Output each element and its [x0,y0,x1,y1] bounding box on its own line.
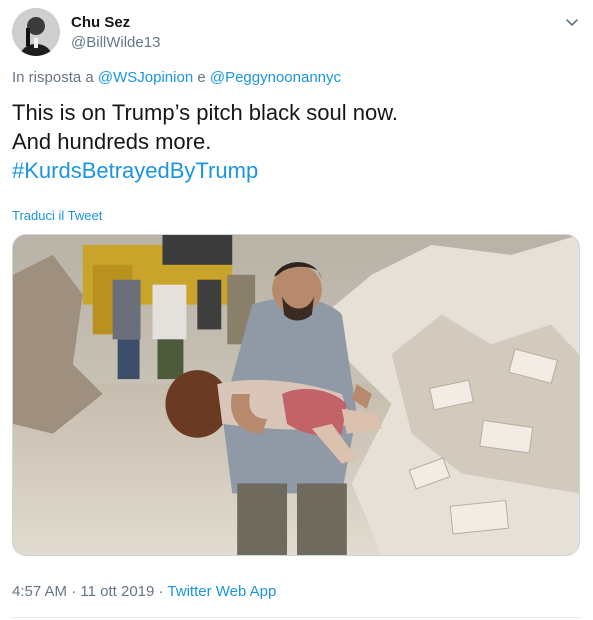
reply-context: In risposta a @WSJopinion e @Peggynoonan… [12,69,341,86]
meta-separator: · [158,583,164,600]
avatar-image [12,8,60,56]
meta-separator: · [71,583,77,600]
user-handle[interactable]: @BillWilde13 [71,34,160,51]
tweet-line: And hundreds more. [12,129,212,154]
hashtag-link[interactable]: #KurdsBetrayedByTrump [12,156,398,185]
reply-conjunction: e [197,69,206,86]
divider [12,617,580,618]
translate-tweet-link[interactable]: Traduci il Tweet [12,208,102,223]
chevron-down-icon[interactable] [562,12,582,32]
display-name[interactable]: Chu Sez [71,14,130,31]
tweet-text: This is on Trump’s pitch black soul now.… [12,98,398,185]
reply-prefix: In risposta a [12,69,94,86]
mention-link[interactable]: @WSJopinion [98,69,193,86]
tweet-time[interactable]: 4:57 AM [12,583,67,600]
tweet-date[interactable]: 11 ott 2019 [80,583,154,600]
tweet-card: Chu Sez @BillWilde13 In risposta a @WSJo… [0,0,593,620]
avatar[interactable] [12,8,60,56]
tweet-meta: 4:57 AM · 11 ott 2019 · Twitter Web App [12,583,276,600]
source-app-link[interactable]: Twitter Web App [167,583,276,600]
tweet-line: This is on Trump’s pitch black soul now. [12,100,398,125]
tweet-photo[interactable] [12,234,580,556]
photo-image [13,235,579,555]
mention-link[interactable]: @Peggynoonannyc [210,69,341,86]
